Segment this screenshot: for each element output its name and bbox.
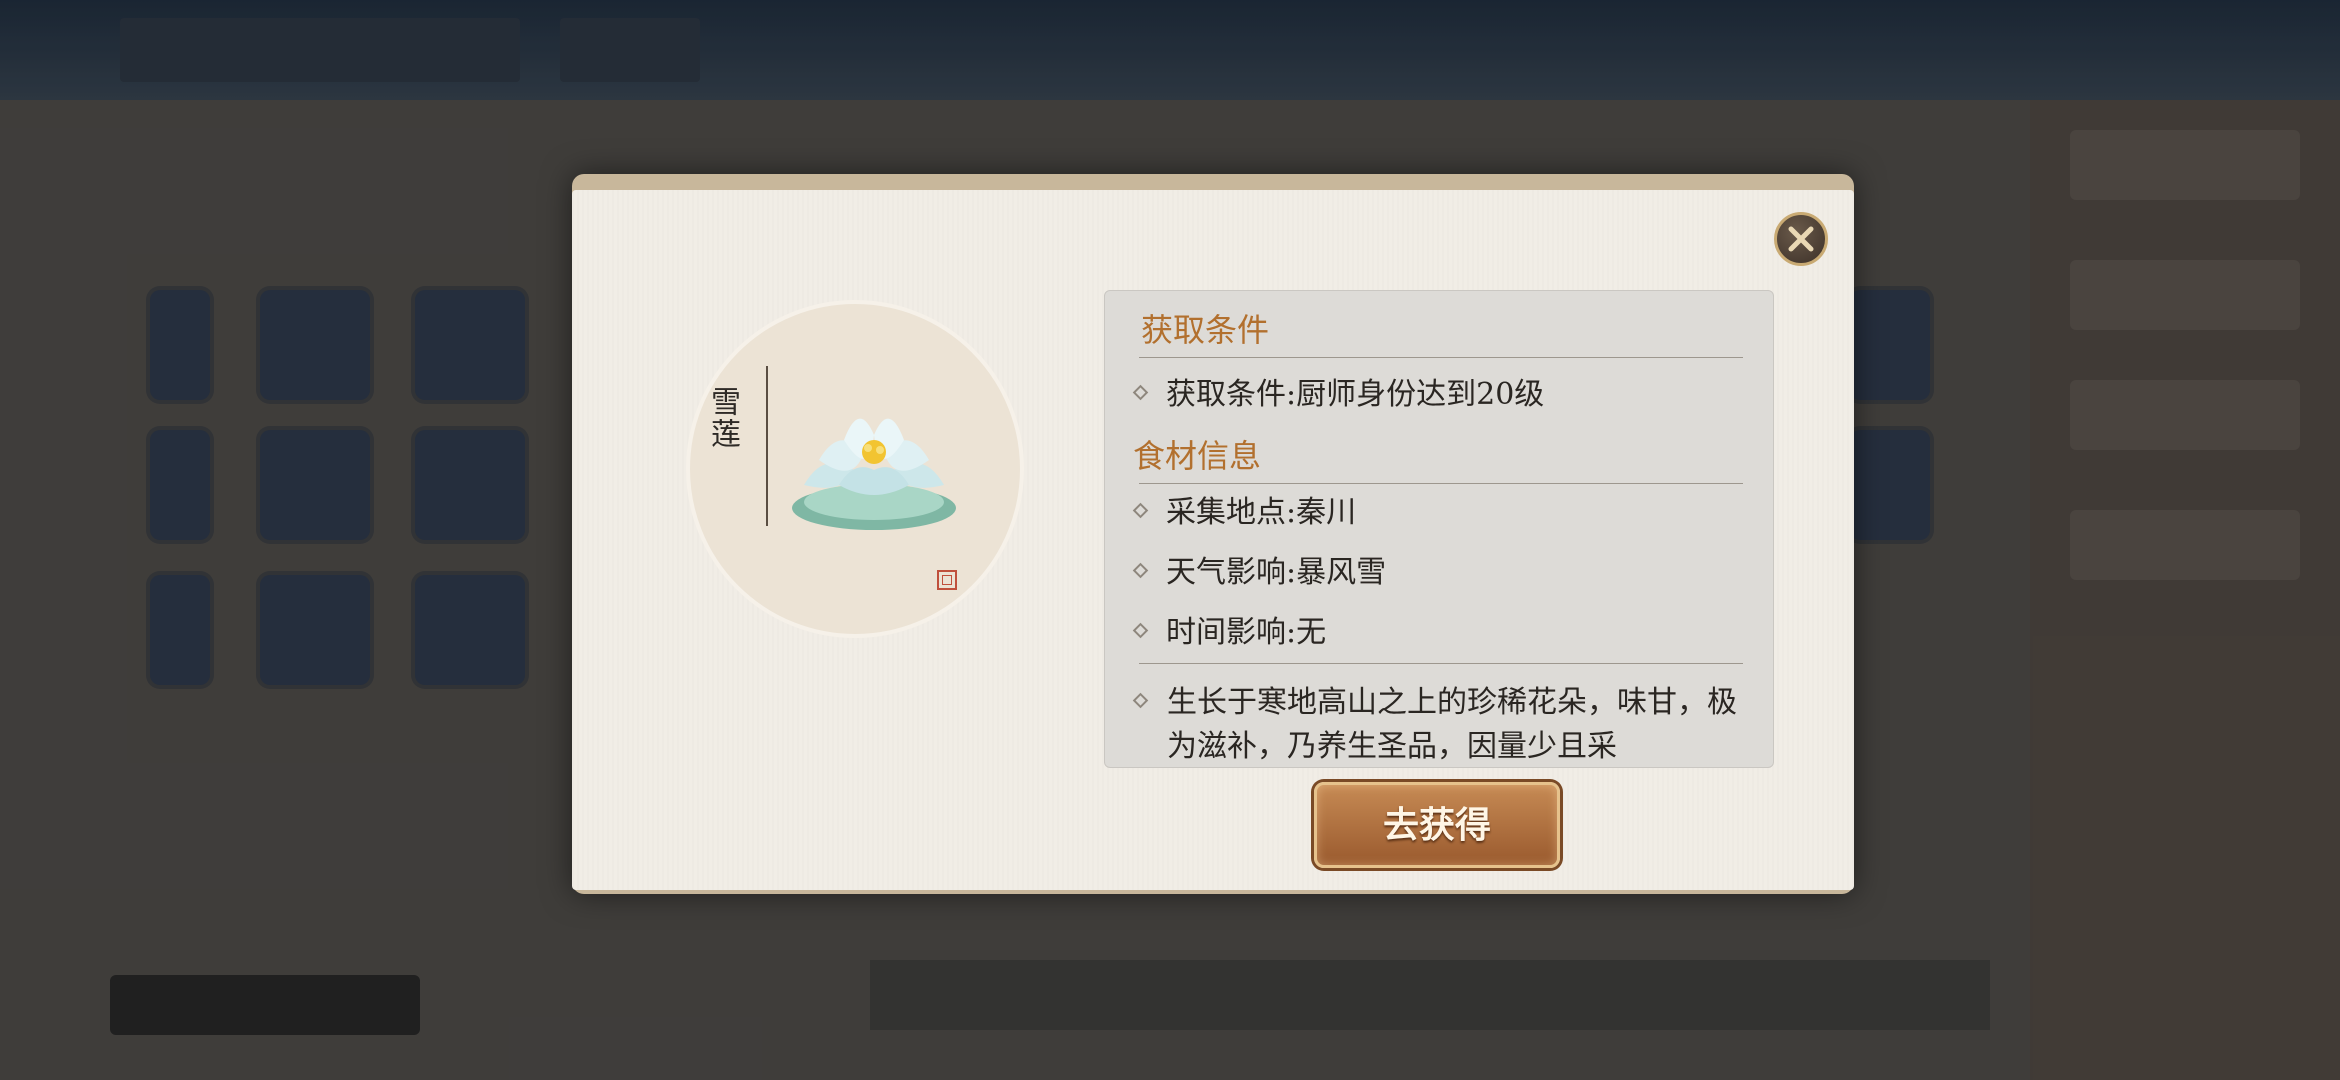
weather-text: 天气影响:暴风雪 [1166,555,1387,590]
section-title-ingredient-info: 食材信息 [1133,437,1262,475]
section-title-conditions: 获取条件 [1141,311,1270,349]
diamond-bullet-icon [1132,622,1149,638]
section-divider [1139,663,1743,664]
seal-stamp-icon [937,570,957,590]
name-divider [766,366,768,526]
location-text: 采集地点:秦川 [1166,495,1357,530]
close-button[interactable] [1774,212,1828,266]
location-row: 采集地点:秦川 [1132,487,1357,531]
weather-row: 天气影响:暴风雪 [1132,547,1387,591]
section-divider [1139,483,1743,484]
section-divider [1139,357,1743,358]
snow-lotus-icon [792,418,956,530]
item-name: 雪莲 [705,386,740,450]
condition-row: 获取条件:厨师身份达到20级 [1132,369,1545,413]
diamond-bullet-icon [1132,502,1149,518]
diamond-bullet-icon [1132,562,1149,578]
info-panel: 获取条件 获取条件:厨师身份达到20级 食材信息 采集地点:秦川 天气影响:暴风… [1104,290,1774,768]
ingredient-detail-dialog: 雪莲 获取条件 获取条件:厨师身份达到20级 食材信息 采集地点:秦川 天气影响… [572,174,1854,894]
time-text: 时间影响:无 [1166,615,1327,650]
diamond-bullet-icon [1132,384,1149,400]
description-text: 生长于寒地高山之上的珍稀花朵，味甘，极为滋补，乃养生圣品，因量少且采 [1167,685,1737,764]
time-row: 时间影响:无 [1132,607,1327,651]
close-x-icon [1788,226,1814,252]
dialog-paper: 雪莲 获取条件 获取条件:厨师身份达到20级 食材信息 采集地点:秦川 天气影响… [572,190,1854,890]
condition-text: 获取条件:厨师身份达到20级 [1166,377,1545,412]
go-obtain-button[interactable]: 去获得 [1314,782,1560,868]
description-block[interactable]: 生长于寒地高山之上的珍稀花朵，味甘，极为滋补，乃养生圣品，因量少且采 [1132,681,1755,767]
